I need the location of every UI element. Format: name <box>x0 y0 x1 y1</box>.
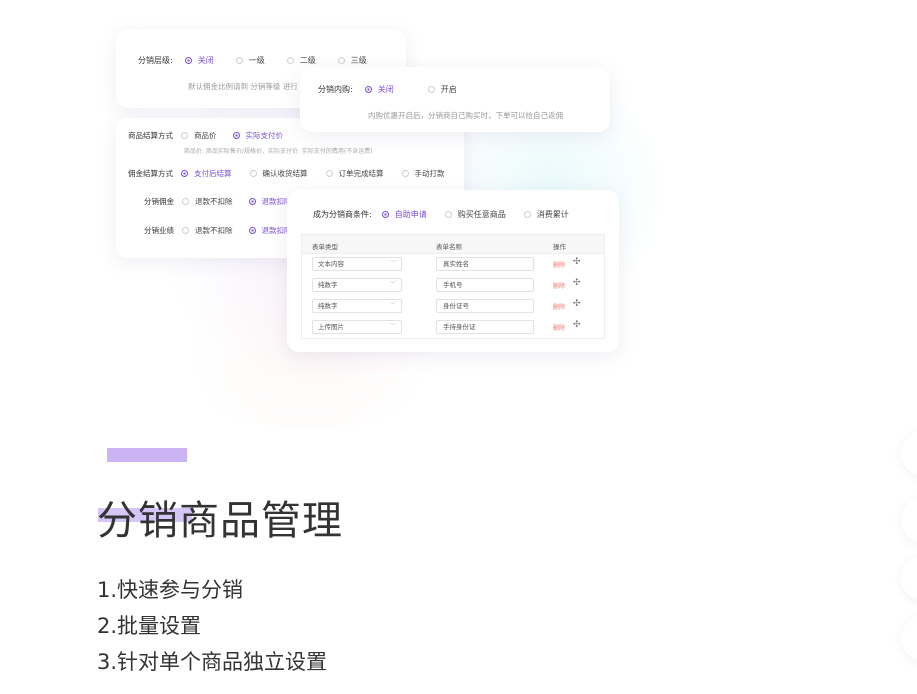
distribution-level-label: 分销层级: <box>138 56 173 65</box>
commission-settle-option-after-pay[interactable]: 支付后结算 <box>181 168 232 179</box>
commission-option-no-deduct[interactable]: 退款不扣除 <box>182 196 233 207</box>
condition-row: 成为分销商条件: 自助申请 购买任意商品 消费累计 <box>313 209 569 220</box>
form-type-select[interactable]: 文本内容 ﹀ <box>312 257 402 271</box>
chevron-down-icon: ﹀ <box>389 260 396 267</box>
card-internal-purchase: 分销内购: 关闭 开启 内购优惠开启后，分销商自己购买时，下单可以给自己返佣 <box>300 67 610 132</box>
commission-label: 分销佣金 <box>144 197 174 206</box>
commission-settle-option-manual[interactable]: 手动打款 <box>401 168 445 179</box>
radio-icon[interactable] <box>523 211 531 218</box>
delete-button[interactable]: 删除 <box>553 260 565 269</box>
distribution-level-note: 默认佣金比例请到 分销等级 进行 <box>188 82 298 91</box>
radio-icon[interactable] <box>182 227 189 234</box>
chevron-down-icon: ﹀ <box>389 281 396 288</box>
radio-icon[interactable] <box>401 170 409 177</box>
performance-row: 分销业绩 退款不扣除 退款扣除 <box>144 225 292 236</box>
product-settle-option-paid[interactable]: 实际支付价 <box>232 130 283 141</box>
internal-purchase-row: 分销内购: 关闭 开启 <box>318 84 457 95</box>
form-name-input[interactable]: 手持身份证 <box>436 320 534 334</box>
delete-button[interactable]: 删除 <box>553 302 565 311</box>
level-option-one[interactable]: 一级 <box>235 55 265 66</box>
condition-label: 成为分销商条件: <box>313 210 372 219</box>
move-cross-icon[interactable]: ✣ <box>573 299 581 309</box>
radio-icon[interactable] <box>181 132 188 139</box>
product-settle-label: 商品结算方式 <box>128 131 173 140</box>
radio-icon[interactable] <box>249 170 257 177</box>
feature-item: 3.针对单个商品独立设置 <box>97 650 328 674</box>
internal-purchase-note: 内购优惠开启后，分销商自己购买时，下单可以给自己返佣 <box>368 111 563 120</box>
performance-option-no-deduct[interactable]: 退款不扣除 <box>182 225 233 236</box>
column-header-name: 表单名称 <box>436 243 462 251</box>
radio-selected-icon[interactable] <box>184 57 192 64</box>
form-name-input[interactable]: 真实姓名 <box>436 257 534 271</box>
performance-label: 分销业绩 <box>144 226 174 235</box>
product-settle-row: 商品结算方式 商品价 实际支付价 <box>128 130 283 141</box>
radio-icon[interactable] <box>325 170 333 177</box>
commission-row: 分销佣金 退款不扣除 退款扣除 <box>144 196 292 207</box>
product-settle-option-price[interactable]: 商品价 <box>181 130 217 141</box>
form-name-input[interactable]: 手机号 <box>436 278 534 292</box>
commission-settle-option-receipt[interactable]: 确认收货结算 <box>249 168 308 179</box>
column-header-type: 表单类型 <box>312 243 338 251</box>
form-type-select[interactable]: 纯数字 ﹀ <box>312 299 402 313</box>
level-option-three[interactable]: 三级 <box>337 55 367 66</box>
feature-item: 1.快速参与分销 <box>97 578 244 602</box>
radio-selected-icon[interactable] <box>248 198 256 205</box>
internal-option-off[interactable]: 关闭 <box>364 84 394 95</box>
level-option-two[interactable]: 二级 <box>286 55 316 66</box>
edge-decoration <box>901 555 917 601</box>
level-option-off[interactable]: 关闭 <box>184 55 214 66</box>
radio-selected-icon[interactable] <box>181 170 188 177</box>
chevron-down-icon: ﹀ <box>389 323 396 330</box>
table-row: 纯数字 ﹀ 身份证号 删除 ✣ <box>302 296 604 317</box>
edge-decoration <box>901 615 917 661</box>
commission-option-deduct[interactable]: 退款扣除 <box>248 196 292 207</box>
edge-decoration <box>901 497 917 543</box>
column-header-action: 操作 <box>553 243 566 251</box>
condition-option-cumulative[interactable]: 消费累计 <box>523 209 569 220</box>
delete-button[interactable]: 删除 <box>553 323 565 332</box>
internal-option-on[interactable]: 开启 <box>427 84 457 95</box>
condition-option-self-apply[interactable]: 自助申请 <box>381 209 427 220</box>
chevron-down-icon: ﹀ <box>389 302 396 309</box>
form-table-body: 文本内容 ﹀ 真实姓名 删除 ✣ 纯数字 ﹀ 手机号 删除 ✣ 纯数字 ﹀ 身份证号 … <box>301 253 605 339</box>
table-row: 上传图片 ﹀ 手持身份证 删除 ✣ <box>302 317 604 338</box>
product-settle-note: 商品价: 商品实际售价/规格价、实际支付价: 实际支付的费用(不含运费) <box>184 148 373 155</box>
radio-icon[interactable] <box>235 57 243 64</box>
form-type-select[interactable]: 纯数字 ﹀ <box>312 278 402 292</box>
commission-settle-option-complete[interactable]: 订单完成结算 <box>325 168 384 179</box>
radio-icon[interactable] <box>427 86 435 93</box>
radio-selected-icon[interactable] <box>232 132 240 139</box>
internal-purchase-label: 分销内购: <box>318 85 353 94</box>
feature-item: 2.批量设置 <box>97 614 202 638</box>
performance-option-deduct[interactable]: 退款扣除 <box>248 225 292 236</box>
move-cross-icon[interactable]: ✣ <box>573 320 581 330</box>
radio-selected-icon[interactable] <box>248 227 256 234</box>
form-table-header: 表单类型 表单名称 操作 <box>301 234 605 254</box>
radio-selected-icon[interactable] <box>381 211 389 218</box>
form-name-input[interactable]: 身份证号 <box>436 299 534 313</box>
form-type-select[interactable]: 上传图片 ﹀ <box>312 320 402 334</box>
delete-button[interactable]: 删除 <box>553 281 565 290</box>
section-title: 分销商品管理 <box>97 498 343 544</box>
card-distributor-condition: 成为分销商条件: 自助申请 购买任意商品 消费累计 表单类型 表单名称 操作 文… <box>287 190 619 352</box>
edge-decoration <box>901 430 917 476</box>
table-row: 纯数字 ﹀ 手机号 删除 ✣ <box>302 275 604 296</box>
radio-icon[interactable] <box>182 198 189 205</box>
commission-settle-row: 佣金结算方式 支付后结算 确认收货结算 订单完成结算 手动打款 <box>128 168 445 179</box>
table-row: 文本内容 ﹀ 真实姓名 删除 ✣ <box>302 254 604 275</box>
condition-option-any-purchase[interactable]: 购买任意商品 <box>444 209 506 220</box>
distribution-level-row: 分销层级: 关闭 一级 二级 三级 <box>138 55 367 66</box>
section-accent-bar <box>107 448 187 462</box>
radio-icon[interactable] <box>444 211 452 218</box>
radio-selected-icon[interactable] <box>364 86 372 93</box>
move-cross-icon[interactable]: ✣ <box>573 278 581 288</box>
radio-icon[interactable] <box>337 57 345 64</box>
commission-settle-label: 佣金结算方式 <box>128 169 173 178</box>
move-cross-icon[interactable]: ✣ <box>573 257 581 267</box>
radio-icon[interactable] <box>286 57 294 64</box>
